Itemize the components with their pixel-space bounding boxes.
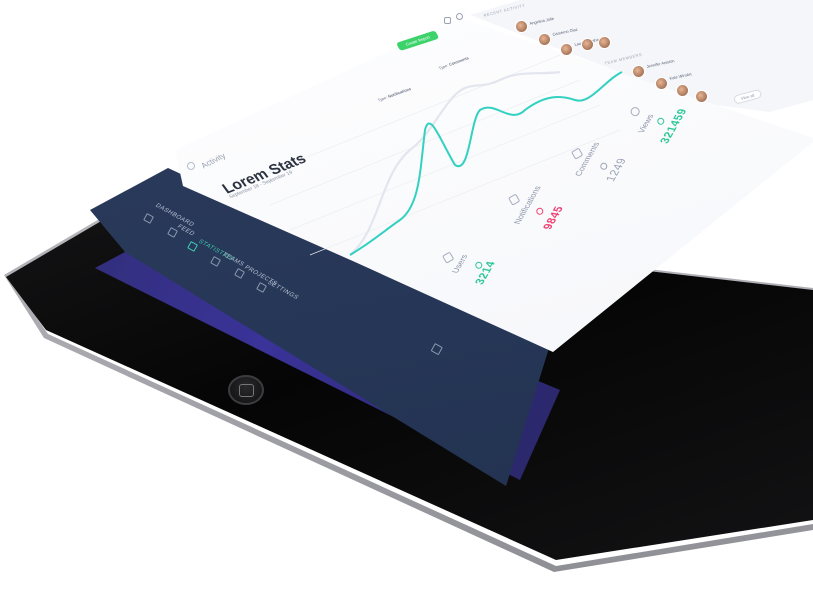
avatar[interactable] <box>581 38 594 51</box>
bell-icon[interactable] <box>444 17 451 24</box>
avatar[interactable] <box>538 33 551 46</box>
activity-icon <box>187 162 195 170</box>
avatar[interactable] <box>632 65 645 78</box>
avatar[interactable] <box>676 84 689 97</box>
search-icon[interactable] <box>456 13 463 20</box>
avatar[interactable] <box>695 90 708 103</box>
avatar[interactable] <box>515 20 528 33</box>
tablet-scene: DASHBOARD FEED STATISTICS TEAMS PROJECTS… <box>0 0 813 595</box>
avatar[interactable] <box>598 36 611 49</box>
avatar[interactable] <box>655 77 668 90</box>
avatar[interactable] <box>560 43 573 56</box>
chart-grid <box>249 54 621 256</box>
